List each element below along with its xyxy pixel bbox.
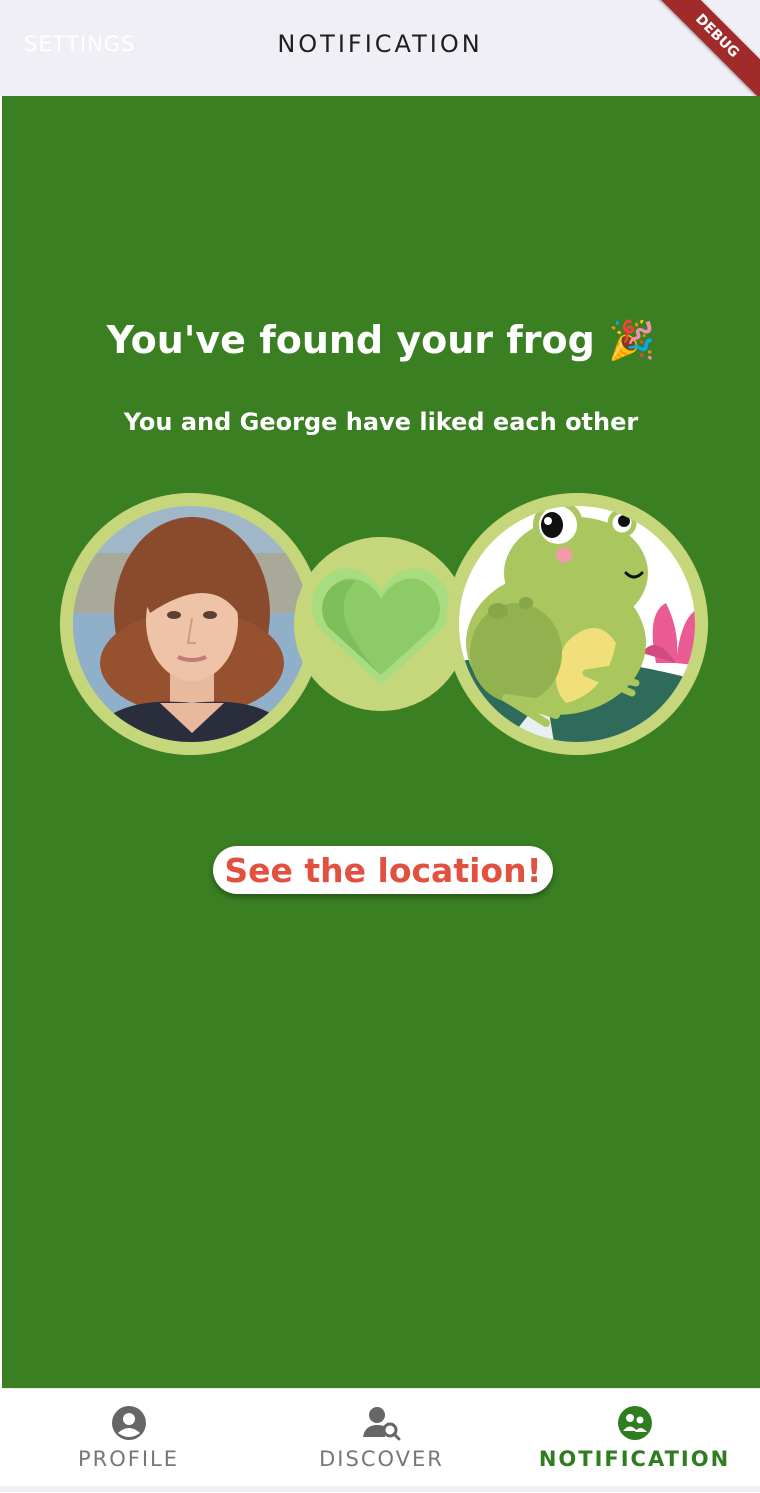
- nav-item-profile[interactable]: PROFILE: [2, 1389, 255, 1493]
- match-frog-avatar: [446, 493, 708, 755]
- system-bottom-bar: [0, 1486, 760, 1492]
- match-headline: You've found your frog 🎉: [106, 318, 656, 362]
- bottom-navigation: PROFILE DISCOVER NOTIFICATION: [0, 1388, 760, 1493]
- match-heart: [294, 537, 468, 711]
- profile-icon: [111, 1405, 147, 1445]
- nav-label-discover: DISCOVER: [319, 1447, 444, 1471]
- app-bar: SETTINGS NOTIFICATION DEBUG: [0, 0, 760, 114]
- notification-icon: [617, 1405, 653, 1445]
- nav-item-notification[interactable]: NOTIFICATION: [508, 1389, 760, 1493]
- nav-item-discover[interactable]: DISCOVER: [255, 1389, 508, 1493]
- nav-label-profile: PROFILE: [77, 1447, 180, 1471]
- match-screen: You've found your frog 🎉 You and George …: [2, 96, 760, 1388]
- user-photo: [60, 493, 322, 755]
- see-location-button[interactable]: See the location!: [213, 846, 553, 894]
- nav-label-notification: NOTIFICATION: [538, 1447, 731, 1471]
- match-subline: You and George have liked each other: [123, 408, 639, 436]
- page-title: NOTIFICATION: [277, 30, 483, 58]
- discover-icon: [362, 1405, 401, 1445]
